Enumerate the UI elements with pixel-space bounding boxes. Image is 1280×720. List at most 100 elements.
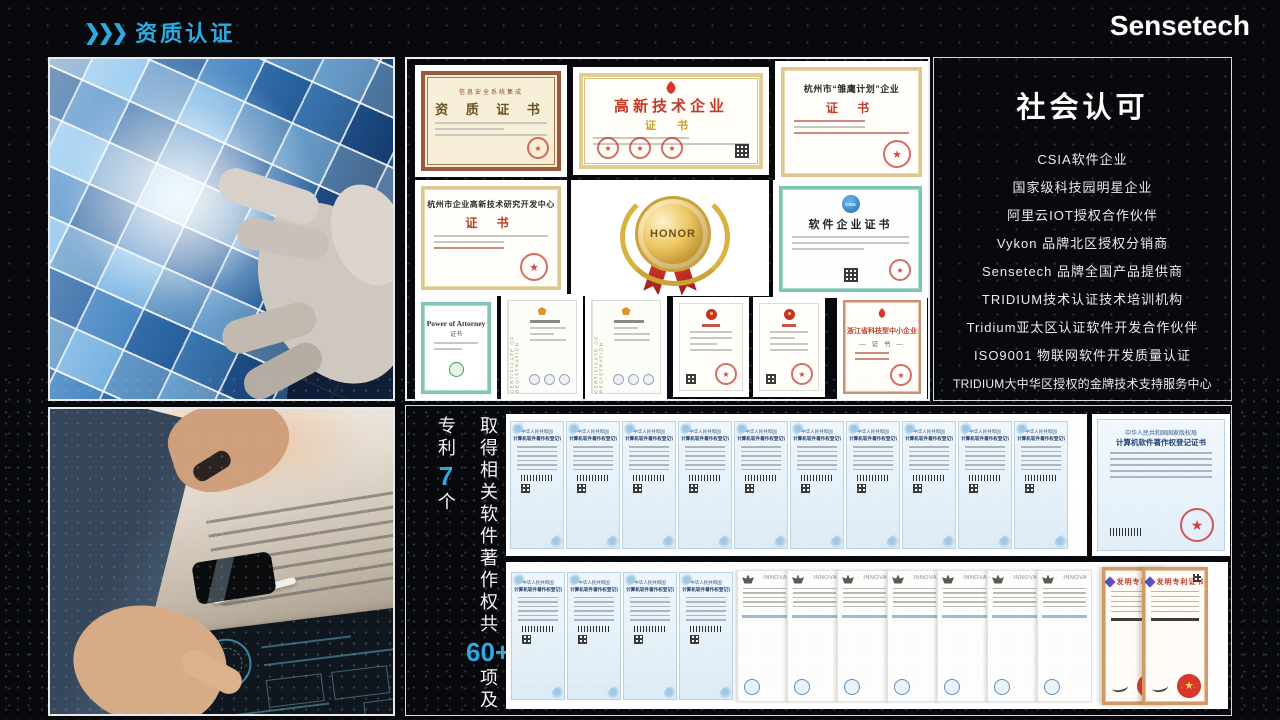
certificate-title: 计算机软件著作权登记证书 [514, 586, 562, 592]
red-seal-icon: ★ [527, 137, 549, 159]
software-copyright-certificate: 中华人民共和国 计算机软件著作权登记证书 [1014, 421, 1068, 549]
innovation-patent-certificate: INNOVA [787, 570, 842, 702]
social-item: 阿里云IOT授权合作伙伴 [934, 202, 1231, 230]
tablet-ui-line [262, 635, 352, 648]
flame-emblem-icon [878, 308, 886, 318]
vertical-caption-col1: 取得相关软件著作权共60+项及 [466, 416, 510, 716]
patent-office-logo-icon [1144, 576, 1155, 587]
patents-panel: 取得相关软件著作权共60+项及 专利7个 中华人民共和国 计算机软件著作权登记证… [405, 405, 1232, 716]
certificate-text-lines [888, 588, 941, 608]
red-star-seal-icon: ★ [1177, 674, 1201, 698]
barcode [521, 475, 553, 481]
innovation-patent-certificate: INNOVA [937, 570, 992, 702]
qr-code [689, 484, 698, 493]
medal-label: HONOR [650, 228, 696, 240]
innovation-patent-certificate: INNOVA [1037, 570, 1092, 702]
certificate-text-lines [782, 236, 919, 250]
qr-code [686, 374, 696, 384]
software-copyright-certificate: 中华人民共和国 计算机软件著作权登记证书 [902, 421, 956, 549]
certificates-grid: 信息安全系统集成 资 质 证 书 ★ 高新技术企业 证 书 ★ ★ ★ 杭州市“… [405, 57, 930, 401]
copyright-certificates-strip: 中华人民共和国 计算机软件著作权登记证书 中华人民共和国 计算机软件著作权登记证… [506, 414, 1087, 556]
software-copyright-certificate: 中华人民共和国 计算机软件著作权登记证书 [790, 421, 844, 549]
vertical-caption-col2: 专利7个 [433, 416, 459, 716]
certificate-title: 计算机软件著作权登记证书 [905, 435, 953, 441]
copyright-group: 中华人民共和国 计算机软件著作权登记证书 中华人民共和国 计算机软件著作权登记证… [510, 572, 734, 700]
invention-patent-certificate: 发明专利证书 ★ [1142, 567, 1208, 705]
barcode [690, 626, 722, 632]
certificate-yanfa: 杭州市企业高新技术研究开发中心 证 书 ★ [415, 180, 567, 296]
innova-label: INNOVA [763, 575, 787, 581]
barcode [1025, 475, 1057, 481]
page-title: 资质认证 [135, 16, 235, 48]
certificate-title: 计算机软件著作权登记证书 [793, 435, 841, 441]
certificate-text-lines [424, 235, 558, 249]
certificate-tag: 信息安全系统集成 [425, 87, 557, 96]
blue-seal-icon [894, 679, 910, 695]
software-copyright-certificate: 中华人民共和国 计算机软件著作权登记证书 [623, 572, 677, 700]
innova-label: INNOVA [913, 575, 937, 581]
certificate-title-bar [530, 320, 560, 323]
seal-row [529, 374, 570, 385]
barcode [1110, 528, 1142, 536]
certificate-text-lines [988, 588, 1041, 608]
certificate-title: 中华人民共和国 [791, 429, 843, 435]
qr-code [735, 144, 749, 158]
certificate-title: 计算机软件著作权登记证书 [681, 435, 729, 441]
certificate-title: 中华人民共和国 [959, 429, 1011, 435]
qr-code [857, 484, 866, 493]
certificate-text-lines [847, 446, 899, 470]
blue-seal-icon [744, 679, 760, 695]
red-seal-icon: ★ [629, 137, 651, 159]
certificate-title: 高新技术企业 [583, 95, 759, 116]
certificate-text-lines [959, 446, 1011, 470]
certificate-text-lines [424, 342, 488, 350]
qr-code [1025, 484, 1034, 493]
barcode [913, 475, 945, 481]
certificate-title: 计算机软件著作权登记证书 [626, 586, 674, 592]
certificate-text-lines [845, 352, 919, 360]
copyright-certificate-large: 中华人民共和国国家版权局 计算机软件著作权登记证书 ★ [1092, 414, 1230, 556]
certificate-text-lines [784, 120, 919, 134]
certificate-title: 中华人民共和国 [512, 580, 564, 586]
innovation-patent-certificate: INNOVA [837, 570, 892, 702]
certificate-title: 计算机软件著作权登记证书 [513, 435, 561, 441]
certificate-zhejiang-sme: 浙江省科技型中小企业 — 证 书 — ★ [837, 294, 927, 400]
red-seal-icon: ★ [715, 363, 737, 385]
barcode [689, 475, 721, 481]
coat-of-arms-icon [1042, 575, 1054, 584]
red-seal-icon: ★ [883, 140, 911, 168]
certificate-text-lines [425, 122, 557, 136]
barcode [522, 626, 554, 632]
qr-code [844, 268, 858, 282]
qr-code [577, 484, 586, 493]
certificate-title: 中华人民共和国 [568, 580, 620, 586]
divider-band [1042, 615, 1087, 618]
certificate-text-lines [838, 588, 891, 608]
certificate-text-lines [623, 446, 675, 470]
certificate-zizhi: 信息安全系统集成 资 质 证 书 ★ [415, 65, 567, 177]
divider-band [742, 615, 787, 618]
innova-label: INNOVA [863, 575, 887, 581]
slide-header: ❯❯❯ 资质认证 [84, 16, 235, 48]
innovation-patent-certificate: INNOVA [987, 570, 1042, 702]
software-copyright-certificate: 中华人民共和国 计算机软件著作权登记证书 [566, 421, 620, 549]
certificate-license-1: ★ [673, 297, 749, 397]
certificate-subtitle: 证 书 [784, 99, 919, 116]
qr-code [522, 635, 531, 644]
certificate-gaoxin: 高新技术企业 证 书 ★ ★ ★ [573, 67, 769, 175]
patent-count: 7 [439, 460, 453, 492]
software-copyright-certificate: 中华人民共和国 计算机软件著作权登记证书 [679, 572, 733, 700]
certificate-title: Power of Attorney [424, 319, 488, 328]
red-star-seal-icon: ★ [1180, 508, 1214, 542]
social-item: Vykon 品牌北区授权分销商 [934, 230, 1231, 258]
company-logo: Sensetech [1110, 10, 1250, 42]
national-emblem-icon [784, 309, 795, 320]
divider-band [942, 615, 987, 618]
certificate-text-lines [624, 597, 676, 621]
qr-code [690, 635, 699, 644]
social-item: 国家级科技园明星企业 [934, 174, 1231, 202]
red-seal-icon: ★ [597, 137, 619, 159]
social-item: ISO9001 物联网软件开发质量认证 [934, 342, 1231, 370]
qr-code [634, 635, 643, 644]
certificate-text-lines [512, 597, 564, 621]
